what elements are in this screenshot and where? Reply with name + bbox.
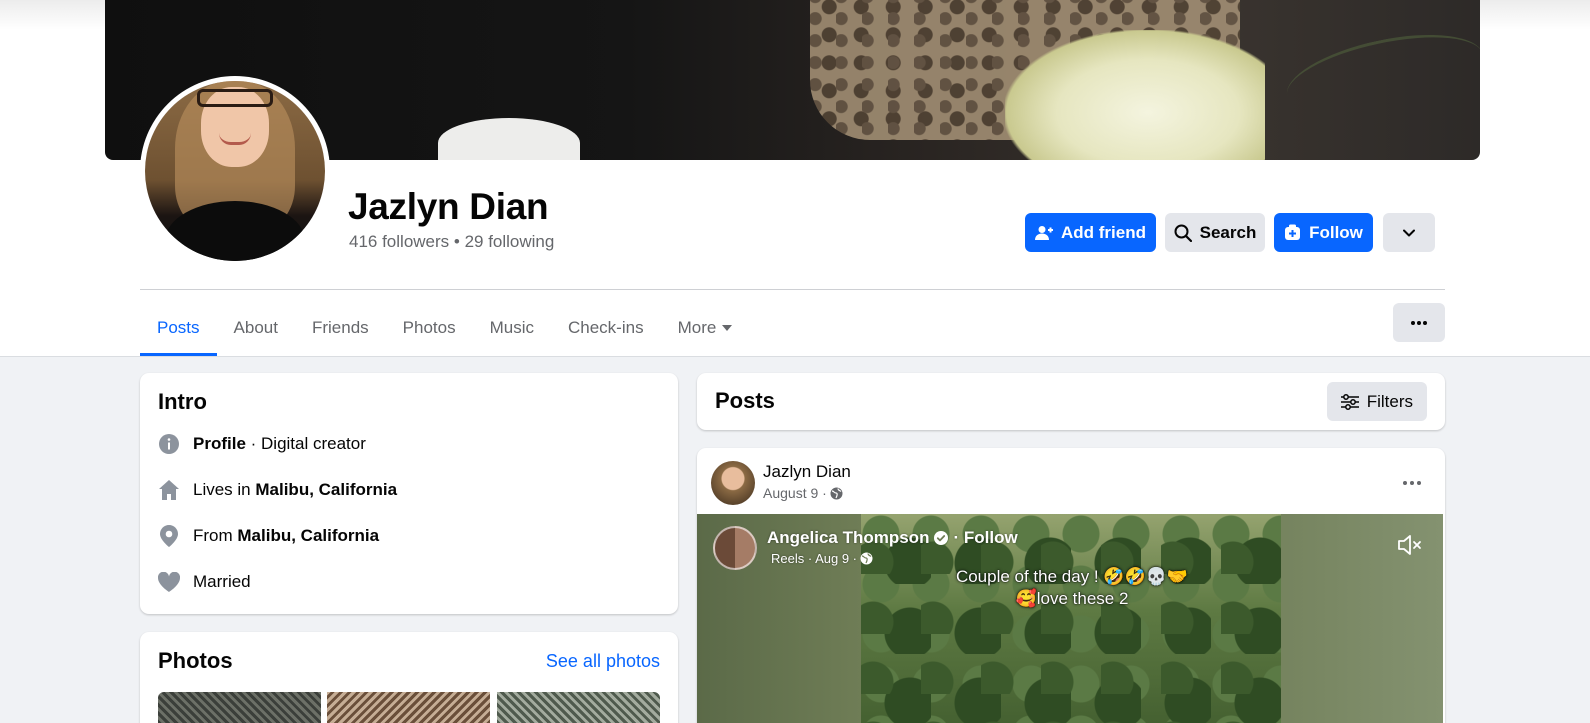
post-card: Jazlyn Dian August 9 · Angelica Thompson… bbox=[697, 448, 1445, 723]
muted-speaker-icon[interactable] bbox=[1397, 534, 1423, 561]
intro-text: From Malibu, California bbox=[193, 526, 379, 546]
intro-from: From Malibu, California bbox=[158, 525, 379, 547]
profile-picture[interactable] bbox=[140, 76, 330, 266]
tab-more[interactable]: More bbox=[661, 300, 750, 356]
tab-photos[interactable]: Photos bbox=[386, 300, 473, 356]
header-divider bbox=[140, 289, 1445, 290]
add-friend-button[interactable]: Add friend bbox=[1025, 213, 1156, 252]
post-date[interactable]: August 9 · bbox=[763, 485, 827, 501]
posts-title: Posts bbox=[715, 388, 775, 413]
photos-card: Photos See all photos bbox=[140, 632, 678, 723]
avatar-detail bbox=[197, 89, 273, 107]
reel-caption: Couple of the day ! 🤣🤣💀🤝 🥰love these 2 bbox=[927, 566, 1217, 610]
photos-title: Photos bbox=[158, 648, 233, 673]
follow-label: Follow bbox=[1309, 222, 1363, 242]
post-options-button[interactable] bbox=[1397, 468, 1427, 498]
tab-label: Music bbox=[489, 318, 534, 337]
tab-about[interactable]: About bbox=[217, 300, 295, 356]
tab-label: Friends bbox=[311, 318, 369, 337]
tab-label: About bbox=[233, 318, 278, 337]
post-author-name[interactable]: Jazlyn Dian bbox=[763, 462, 851, 482]
globe-icon bbox=[830, 487, 843, 499]
intro-relationship-text: Married bbox=[193, 572, 251, 591]
home-icon bbox=[158, 479, 180, 501]
photo-thumbnail[interactable] bbox=[497, 692, 660, 723]
location-pin-icon bbox=[158, 525, 180, 547]
intro-card: Intro Profile · Digital creator Lives in… bbox=[140, 373, 678, 614]
intro-text: Lives in Malibu, California bbox=[193, 480, 397, 500]
search-icon bbox=[1174, 224, 1192, 242]
reel-meta-text[interactable]: Reels · Aug 9 · bbox=[771, 551, 857, 566]
follow-icon bbox=[1285, 224, 1301, 240]
profile-name: Jazlyn Dian bbox=[348, 186, 549, 227]
filters-button[interactable]: Filters bbox=[1326, 382, 1427, 421]
follower-stats[interactable]: 416 followers • 29 following bbox=[349, 232, 554, 252]
profile-tabs: Posts About Friends Photos Music Check-i… bbox=[140, 300, 749, 356]
profile-menu-dropdown-button[interactable] bbox=[1383, 213, 1435, 252]
shared-reel-video[interactable]: Angelica Thompson · Follow Reels · Aug 9… bbox=[697, 514, 1443, 723]
tab-label: More bbox=[677, 318, 717, 337]
globe-icon bbox=[860, 552, 873, 565]
reel-meta: Reels · Aug 9 · bbox=[771, 551, 873, 566]
intro-from-prefix: From bbox=[193, 526, 238, 545]
post-meta: August 9 · bbox=[763, 485, 843, 501]
intro-lives-in-prefix: Lives in bbox=[193, 480, 256, 499]
tab-friends[interactable]: Friends bbox=[295, 300, 386, 356]
filters-icon bbox=[1340, 393, 1359, 410]
filters-label: Filters bbox=[1366, 391, 1413, 411]
tab-check-ins[interactable]: Check-ins bbox=[551, 300, 661, 356]
intro-text: Profile · Digital creator bbox=[193, 434, 366, 454]
cover-photo-detail bbox=[1005, 30, 1265, 160]
add-friend-icon bbox=[1035, 225, 1053, 240]
tabs-overflow-menu-button[interactable] bbox=[1393, 303, 1445, 342]
add-friend-label: Add friend bbox=[1061, 222, 1146, 242]
intro-relationship: Married bbox=[158, 571, 251, 593]
search-label: Search bbox=[1199, 222, 1257, 242]
reel-caption-line: Couple of the day ! 🤣🤣💀🤝 bbox=[955, 567, 1189, 586]
cover-photo-detail bbox=[1279, 19, 1480, 131]
more-horizontal-icon bbox=[1411, 320, 1427, 325]
intro-title: Intro bbox=[158, 389, 207, 414]
see-all-photos-link[interactable]: See all photos bbox=[546, 651, 660, 672]
more-horizontal-icon bbox=[1403, 481, 1421, 485]
photo-thumbnail[interactable] bbox=[158, 692, 321, 723]
caret-down-icon bbox=[722, 325, 733, 331]
intro-profile-type: Profile · Digital creator bbox=[158, 433, 366, 455]
cover-photo-detail bbox=[438, 118, 580, 160]
reel-caption-line: 🥰love these 2 bbox=[1015, 589, 1129, 608]
verified-badge-icon bbox=[934, 531, 949, 545]
info-icon bbox=[158, 433, 180, 455]
tab-label: Posts bbox=[157, 318, 200, 337]
intro-lives-in: Lives in Malibu, California bbox=[158, 479, 397, 501]
intro-lives-in-place[interactable]: Malibu, California bbox=[255, 480, 397, 499]
chevron-down-icon bbox=[1403, 229, 1415, 236]
photo-thumbnail[interactable] bbox=[327, 692, 490, 723]
heart-icon bbox=[158, 571, 180, 593]
intro-profile-label: Profile bbox=[193, 434, 246, 453]
intro-profile-category: · Digital creator bbox=[245, 434, 366, 453]
search-button[interactable]: Search bbox=[1165, 213, 1265, 252]
posts-header-card: Posts Filters bbox=[697, 373, 1445, 430]
reel-author-row: Angelica Thompson · Follow bbox=[767, 528, 1018, 548]
intro-from-place[interactable]: Malibu, California bbox=[237, 526, 379, 545]
tab-posts[interactable]: Posts bbox=[140, 300, 217, 356]
post-author-avatar[interactable] bbox=[711, 461, 755, 505]
avatar bbox=[145, 81, 325, 261]
reel-follow-link[interactable]: · Follow bbox=[953, 528, 1017, 548]
tab-label: Photos bbox=[402, 318, 456, 337]
reel-author-name[interactable]: Angelica Thompson bbox=[767, 528, 929, 548]
tab-music[interactable]: Music bbox=[473, 300, 551, 356]
reel-author-avatar[interactable] bbox=[713, 526, 757, 570]
follow-button[interactable]: Follow bbox=[1274, 213, 1373, 252]
header-bottom-border bbox=[0, 356, 1590, 357]
tab-label: Check-ins bbox=[568, 318, 644, 337]
